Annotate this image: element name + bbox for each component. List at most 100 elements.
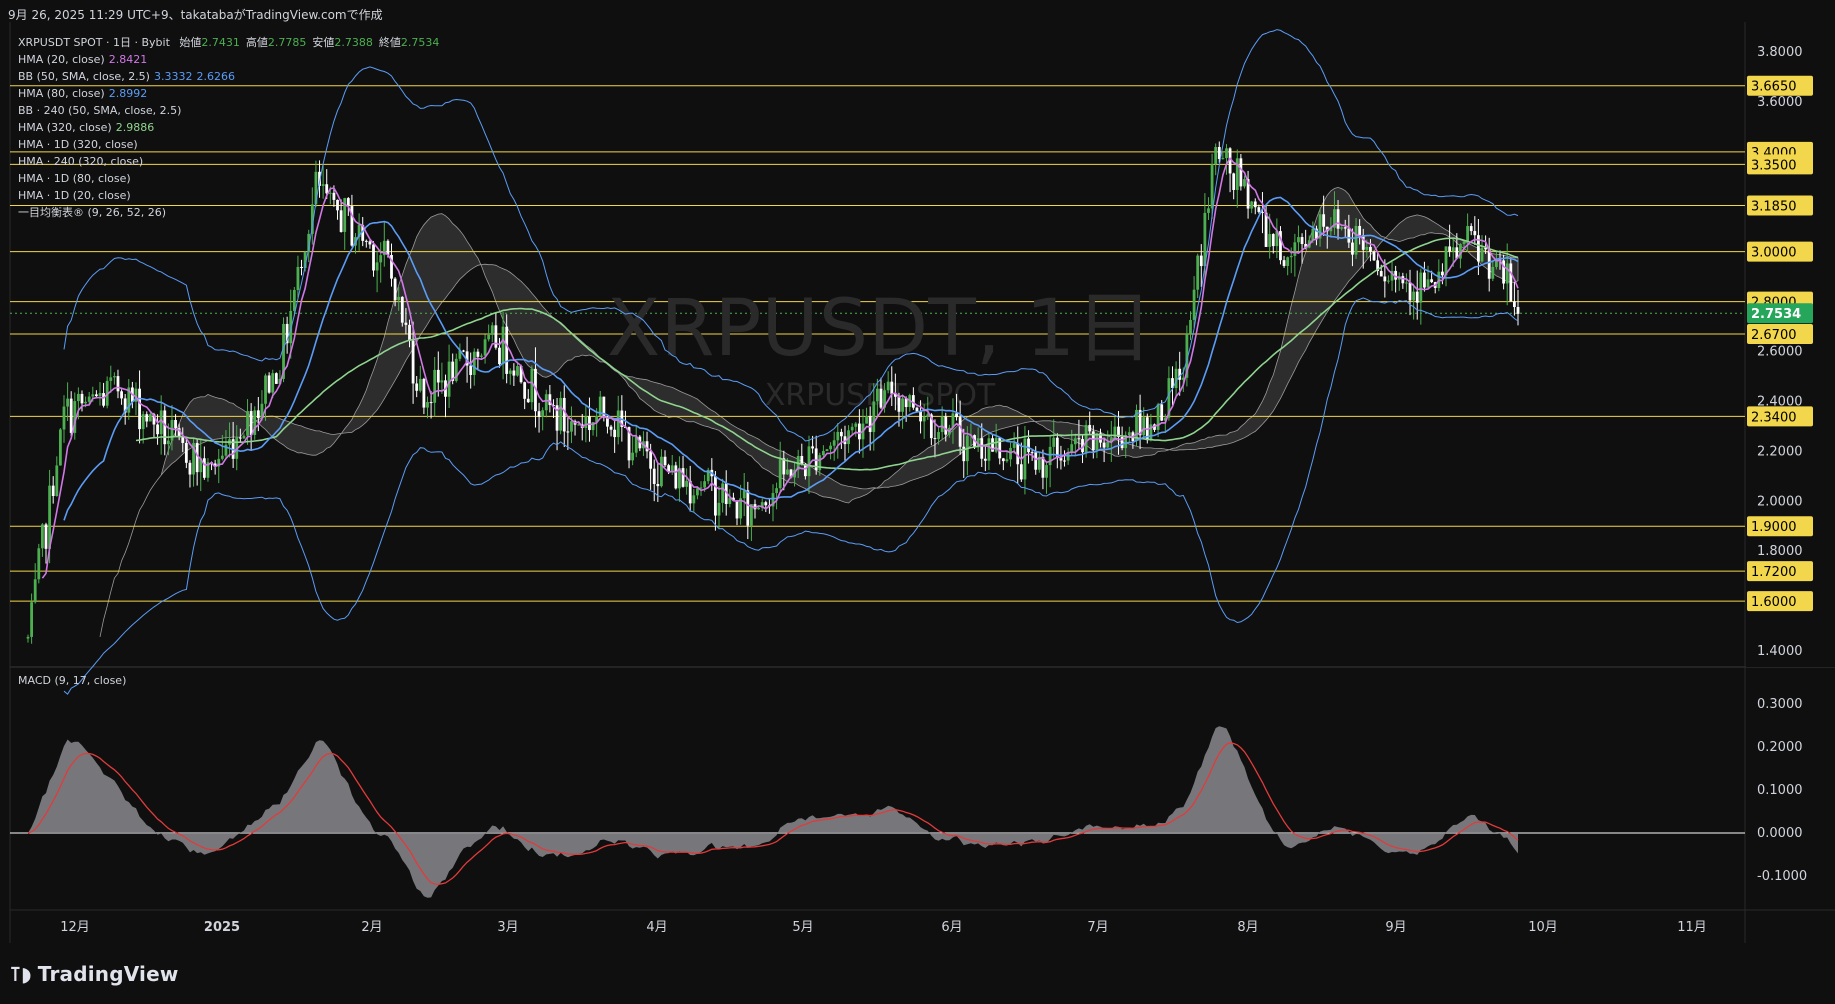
candle	[253, 406, 257, 440]
ohlc-3: 終値2.7534	[378, 36, 440, 49]
candle	[1228, 147, 1232, 193]
candle	[1019, 442, 1023, 482]
candle	[120, 389, 123, 405]
candle	[530, 365, 534, 410]
indicator-label: HMA · 240 (320, close)	[18, 155, 144, 168]
tradingview-brand: ⊺◗ TradingView	[10, 962, 179, 986]
candle	[1189, 311, 1192, 341]
time-tick-label: 2025	[204, 920, 240, 935]
indicator-row-8[interactable]: HMA · 1D (20, close)	[18, 187, 439, 204]
candle	[462, 349, 465, 353]
candle	[1239, 153, 1243, 191]
macd-tick-label: -0.1000	[1757, 869, 1807, 884]
chart-timestamp: 9月 26, 2025 11:29 UTC+9、takatabaがTrading…	[8, 8, 383, 22]
candle	[901, 394, 904, 429]
candle	[1250, 200, 1254, 214]
candle	[1282, 255, 1286, 268]
candle	[1387, 275, 1390, 284]
candle	[400, 296, 404, 327]
candle	[58, 427, 62, 466]
candle	[1196, 253, 1200, 298]
candle	[778, 441, 782, 493]
indicator-value2: 2.6266	[196, 70, 235, 83]
indicator-value: 2.9886	[115, 121, 155, 134]
candle	[429, 391, 433, 419]
time-tick-label: 4月	[646, 920, 667, 935]
candle	[983, 446, 987, 472]
candle	[1063, 450, 1066, 467]
candle	[447, 344, 451, 408]
candle	[469, 352, 473, 389]
indicator-row-5[interactable]: HMA · 1D (320, close)	[18, 136, 439, 153]
level-label: 3.6650	[1751, 80, 1797, 95]
candle	[562, 385, 566, 448]
candle	[274, 372, 278, 384]
indicator-row-4[interactable]: HMA (320, close) 2.9886	[18, 119, 439, 136]
candle	[433, 357, 437, 417]
candle	[814, 435, 818, 475]
candle	[541, 407, 545, 431]
indicator-row-1[interactable]: BB (50, SMA, close, 2.5) 3.3332 2.6266	[18, 68, 439, 85]
candle	[548, 385, 552, 413]
candle	[127, 379, 131, 420]
candle	[508, 368, 512, 385]
candle	[1505, 243, 1509, 306]
watermark-main: XRPUSDT, 1日	[607, 284, 1153, 374]
indicator-value: 2.8992	[108, 87, 148, 100]
macd-pane: 0.3000 0.2000 0.1000 0.0000 -0.1000	[10, 697, 1807, 898]
candle	[1041, 449, 1045, 490]
candle	[1095, 432, 1099, 459]
indicator-list: HMA (20, close) 2.8421 BB (50, SMA, close,…	[18, 51, 439, 221]
time-axis: 12月 2025 2月 3月 4月 5月 6月 7月 8月 9月 10月 11月	[60, 920, 1707, 935]
candle	[987, 431, 991, 471]
candle	[418, 365, 422, 393]
ohlc-0: 始値2.7431	[179, 36, 240, 49]
indicator-row-0[interactable]: HMA (20, close) 2.8421	[18, 51, 439, 68]
candle	[800, 443, 804, 466]
candle	[692, 488, 696, 512]
candle	[685, 468, 689, 495]
candle	[1271, 233, 1275, 254]
candle	[33, 563, 37, 604]
candle	[1009, 442, 1012, 467]
candle	[1001, 457, 1005, 471]
candle	[1297, 225, 1300, 252]
price-axis: 3.80003.60003.40003.20003.00002.80002.60…	[1746, 22, 1835, 667]
candle	[1120, 426, 1124, 451]
indicator-row-9[interactable]: 一目均衡表® (9, 26, 52, 26)	[18, 204, 439, 221]
indicator-label: HMA · 1D (320, close)	[18, 138, 138, 151]
candle	[1372, 250, 1376, 261]
candle	[613, 419, 617, 453]
time-tick-label: 2月	[361, 920, 382, 935]
candle	[300, 259, 303, 276]
candle	[836, 423, 840, 459]
candle	[94, 390, 98, 398]
candle	[1156, 402, 1160, 438]
indicator-row-2[interactable]: HMA (80, close) 2.8992	[18, 85, 439, 102]
candle	[512, 363, 516, 386]
candle	[825, 448, 829, 452]
candle	[746, 481, 750, 540]
candle	[1397, 272, 1401, 291]
candle	[1207, 197, 1210, 221]
candle	[1419, 268, 1423, 325]
indicator-row-7[interactable]: HMA · 1D (80, close)	[18, 170, 439, 187]
candle	[1394, 265, 1398, 293]
macd-tick-label: 0.3000	[1757, 697, 1803, 712]
indicator-row-3[interactable]: BB · 240 (50, SMA, close, 2.5)	[18, 102, 439, 119]
candle	[26, 634, 30, 643]
symbol-row[interactable]: XRPUSDT SPOT · 1日 · Bybit 始値2.7431 高値2.77…	[18, 34, 439, 51]
time-tick-label: 9月	[1385, 920, 1406, 935]
candle	[555, 397, 559, 451]
candle	[760, 498, 764, 512]
time-tick-label: 10月	[1528, 920, 1558, 935]
candle	[159, 395, 163, 455]
price-tick-label: 3.6000	[1757, 95, 1803, 110]
ohlc-2: 安値2.7388	[312, 36, 373, 49]
symbol-title: XRPUSDT SPOT · 1日 · Bybit	[18, 36, 170, 49]
candle	[73, 392, 77, 440]
indicator-row-6[interactable]: HMA · 240 (320, close)	[18, 153, 439, 170]
time-tick-label: 6月	[941, 920, 962, 935]
indicator-label: HMA (80, close)	[18, 87, 105, 100]
candle	[184, 439, 188, 469]
